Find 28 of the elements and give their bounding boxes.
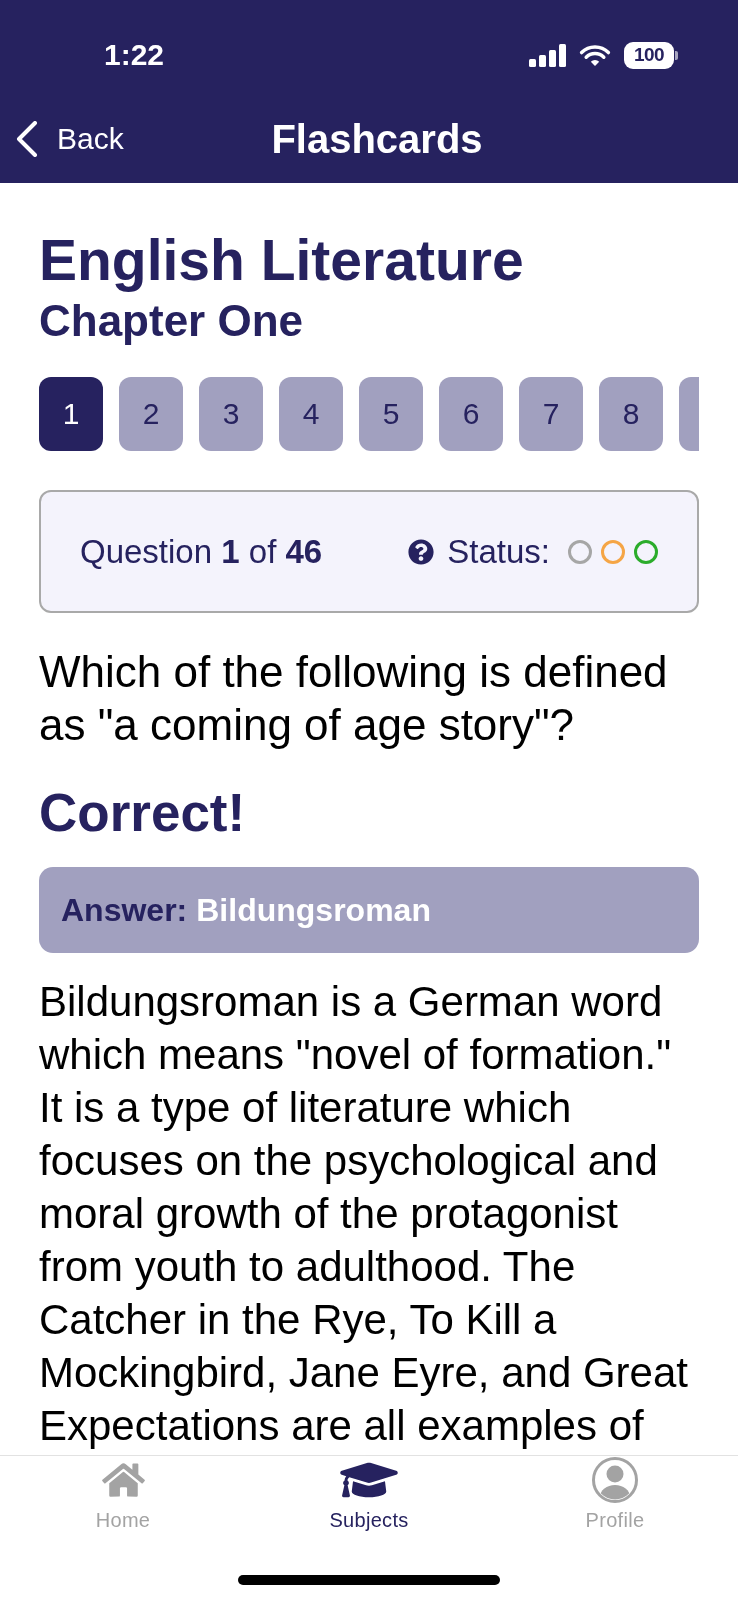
question-number-button[interactable]: 1 [39, 377, 103, 451]
screen-title: Flashcards [271, 116, 483, 163]
question-text: Which of the following is defined as "a coming of age story"? [39, 646, 669, 751]
question-number-button[interactable]: 5 [359, 377, 423, 451]
subject-title: English Literature [39, 228, 525, 292]
question-number-button[interactable]: 6 [439, 377, 503, 451]
chapter-title: Chapter One [39, 297, 305, 345]
tab-item[interactable]: Subjects [329, 1457, 409, 1532]
status-time: 1:22 [104, 38, 165, 72]
signal-icon [529, 43, 566, 67]
house-icon [101, 1461, 145, 1499]
answer-value: Bildungsroman [196, 891, 431, 929]
profile-icon [592, 1457, 638, 1503]
question-number-button[interactable]: 4 [279, 377, 343, 451]
question-number-button[interactable]: 7 [519, 377, 583, 451]
question-counter: Question 1 of 46 [80, 531, 323, 572]
question-number-button[interactable]: 2 [119, 377, 183, 451]
result-heading: Correct! [39, 783, 247, 843]
question-number-button[interactable]: 8 [599, 377, 663, 451]
back-button[interactable]: Back [16, 121, 124, 157]
help-icon[interactable] [408, 538, 435, 565]
explanation-text: Bildungsroman is a German word which means "novel of formation." It is a type of literature which focuses on the psychological and moral growth of the protagonist from youth to adulthood. The Catcher in the Rye, To Kill a Mockingbird, Jane Eyre, and Great Expectations are all examples of [39, 977, 689, 1451]
wifi-icon [579, 43, 611, 67]
chevron-left-icon [16, 121, 38, 157]
status-label: Status: [447, 531, 550, 572]
battery-indicator: 100 [624, 41, 678, 69]
question-number-button[interactable]: 3 [199, 377, 263, 451]
answer-label: Answer: [61, 891, 188, 929]
